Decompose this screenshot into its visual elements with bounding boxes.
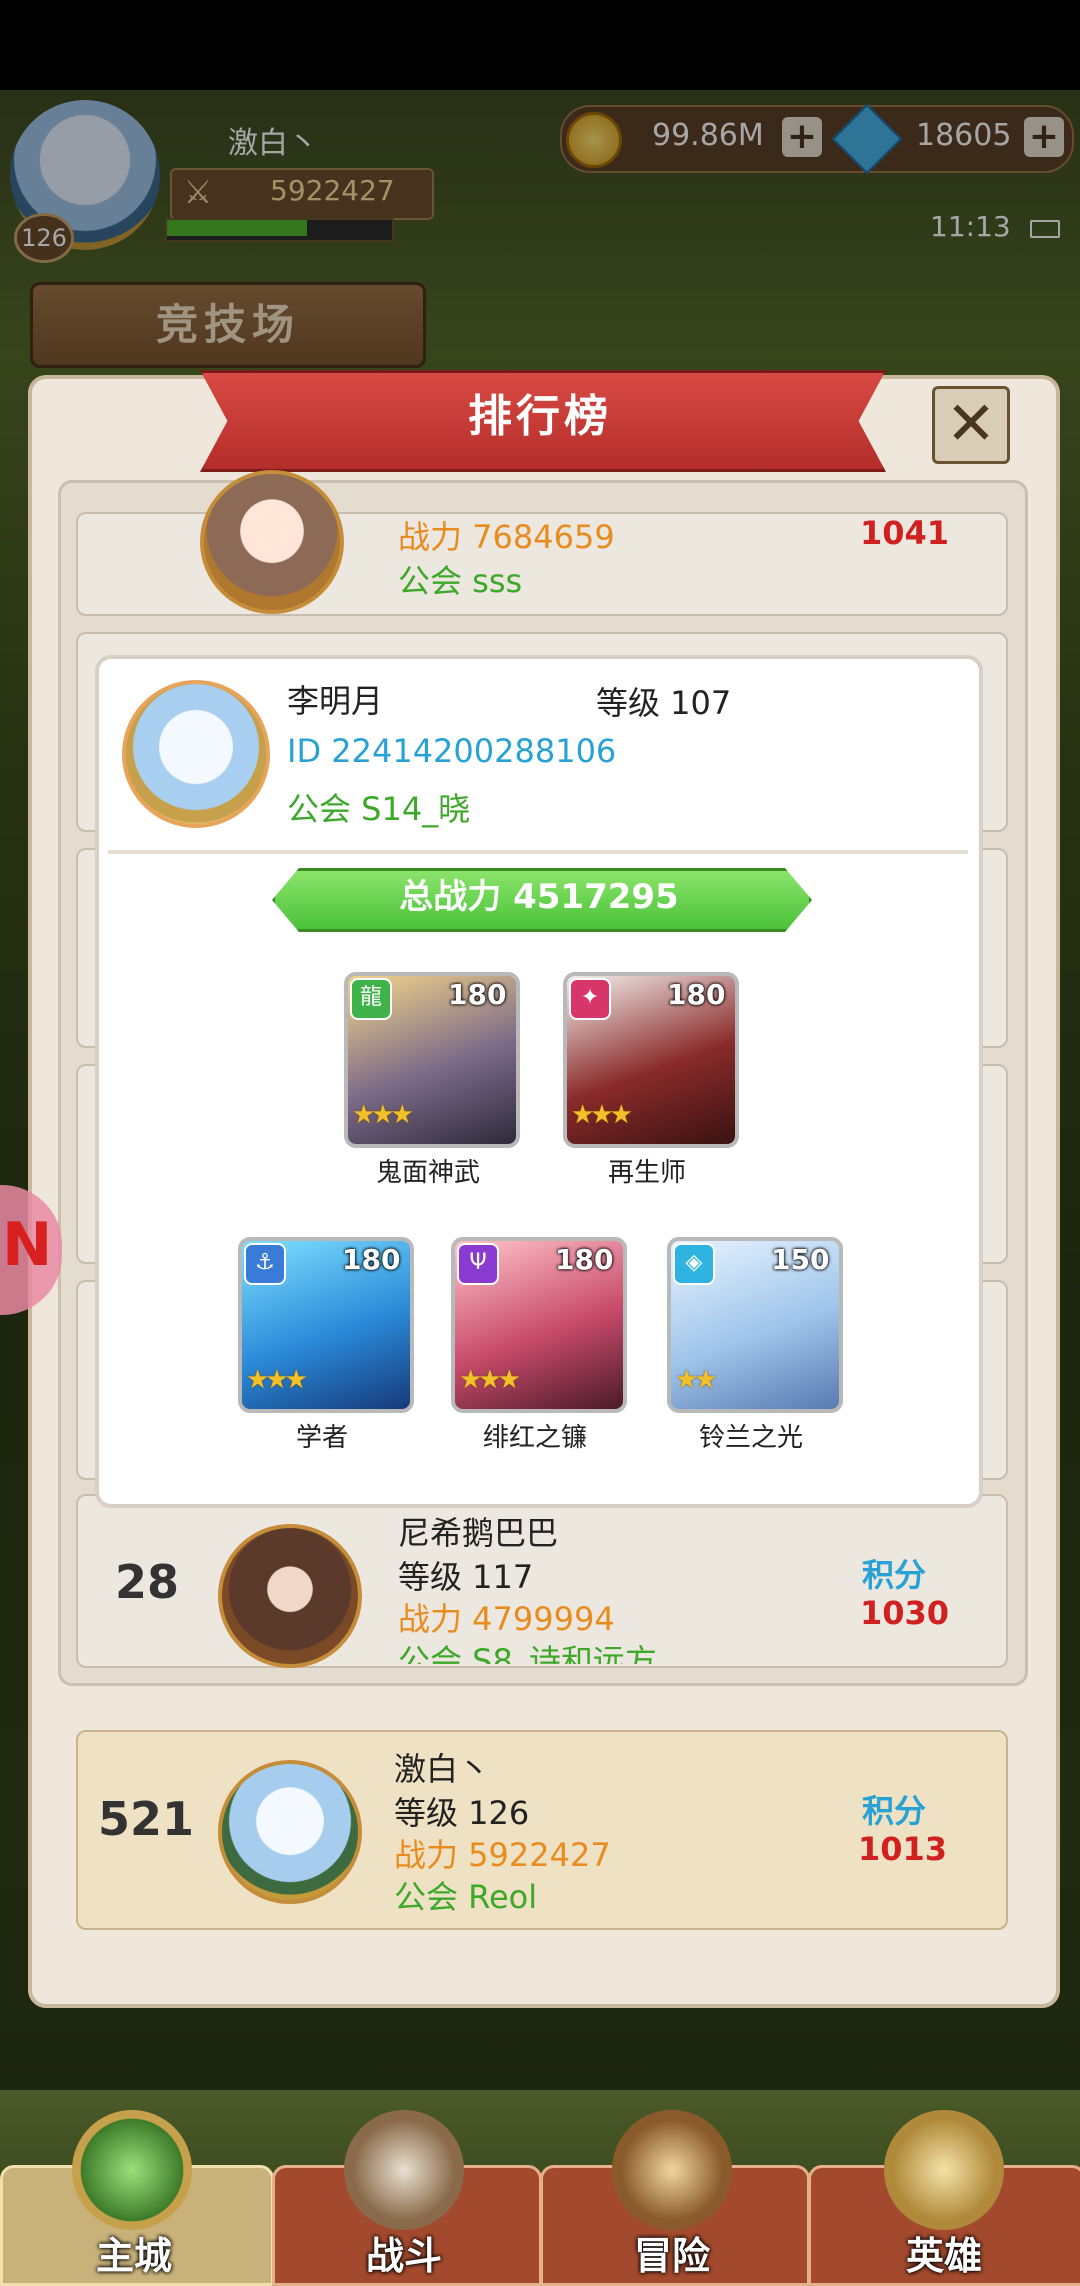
hero-name: 学者	[295, 1423, 348, 1453]
nav-label-battle: 战斗	[365, 2234, 442, 2278]
flame-class-icon: ✦	[569, 978, 611, 1020]
hero-stars: ★★★	[352, 1100, 414, 1130]
close-button[interactable]: ✕	[932, 386, 1010, 464]
hero-level: 180	[448, 978, 507, 1011]
row-avatar	[218, 1524, 362, 1668]
row-score: 1030	[860, 1594, 950, 1632]
dragon-class-icon: 龍	[350, 978, 392, 1020]
crossed-swords-icon	[344, 2110, 464, 2230]
nav-label-adventure: 冒险	[633, 2234, 710, 2278]
hero-level: 180	[342, 1243, 401, 1276]
row-score: 1041	[860, 514, 950, 552]
leaderboard-title: 排行榜	[468, 391, 612, 442]
popup-divider	[108, 850, 968, 854]
hero-helmet-icon	[884, 2110, 1004, 2230]
hero-name: 鬼面神武	[375, 1158, 480, 1188]
popup-player-name: 李明月	[287, 682, 384, 720]
self-score-label: 积分	[862, 1792, 927, 1830]
self-rank: 521	[98, 1792, 195, 1846]
hero-stars: ★★★	[571, 1100, 633, 1130]
row-guild: 公会 sss	[398, 562, 523, 600]
self-score: 1013	[858, 1830, 948, 1868]
popup-avatar	[122, 680, 270, 828]
popup-player-guild: 公会 S14_晓	[287, 790, 471, 828]
hero-stars: ★★★	[246, 1365, 308, 1395]
castle-icon	[72, 2110, 192, 2230]
row-name: 尼希鹅巴巴	[398, 1514, 559, 1552]
event-icon: N	[2, 1210, 53, 1280]
row-power: 战力 7684659	[398, 518, 615, 556]
self-power: 战力 5922427	[394, 1836, 611, 1874]
popup-player-id: ID 22414200288106	[287, 732, 617, 770]
row-guild: 公会 S8_诗和远方	[398, 1642, 657, 1664]
diamond-class-icon: ◈	[673, 1243, 715, 1285]
nav-label-main-city: 主城	[95, 2234, 172, 2278]
self-avatar	[218, 1760, 362, 1904]
scroll-map-icon	[612, 2110, 732, 2230]
self-name: 激白丶	[394, 1750, 491, 1788]
row-score-label: 积分	[862, 1556, 927, 1594]
row-level: 等级 117	[398, 1558, 534, 1596]
hero-stars: ★★	[675, 1365, 718, 1395]
row-rank: 28	[115, 1555, 180, 1609]
trident-class-icon: Ψ	[457, 1243, 499, 1285]
hero-name: 铃兰之光	[698, 1423, 803, 1453]
row-power: 战力 4799994	[398, 1600, 615, 1638]
popup-player-level: 等级 107	[596, 684, 732, 722]
row-avatar	[200, 470, 344, 614]
hero-name: 绯红之镰	[482, 1423, 587, 1453]
hero-level: 180	[555, 1243, 614, 1276]
hero-stars: ★★★	[459, 1365, 521, 1395]
anchor-class-icon: ⚓	[244, 1243, 286, 1285]
self-level: 等级 126	[394, 1794, 530, 1832]
nav-label-heroes: 英雄	[905, 2234, 982, 2278]
hero-level: 180	[667, 978, 726, 1011]
total-power-label: 总战力 4517295	[399, 877, 679, 917]
self-guild: 公会 Reol	[394, 1878, 538, 1916]
hero-level: 150	[771, 1243, 830, 1276]
hero-name: 再生师	[607, 1158, 686, 1188]
